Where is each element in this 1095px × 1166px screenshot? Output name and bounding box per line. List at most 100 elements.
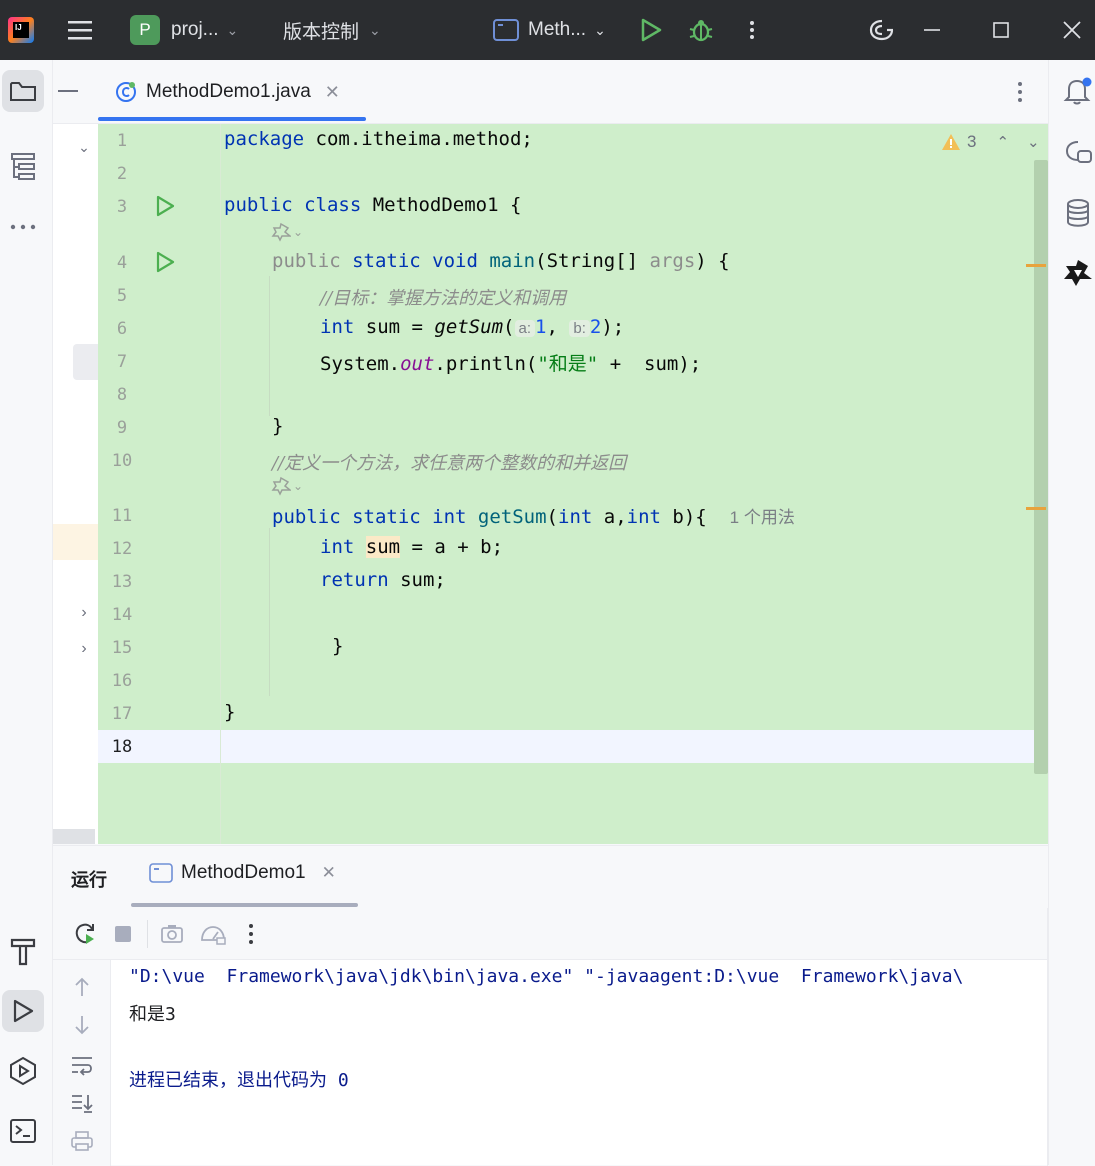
code-line-4: public static void main(String[] args) { [272, 250, 730, 272]
warning-count: 3 [967, 132, 977, 151]
app-logo[interactable]: IJ [8, 0, 34, 60]
vcs-label: 版本控制 [283, 21, 360, 43]
vcs-menu[interactable]: 版本控制 ⌄ [283, 0, 381, 60]
tab-methoddemo1-java[interactable]: MethodDemo1.java ✕ [115, 72, 340, 112]
minimize-icon[interactable] [922, 0, 942, 60]
editor-tab-bar: MethodDemo1.java ✕ [53, 60, 1048, 124]
notifications-bell-icon[interactable] [1061, 74, 1095, 108]
line-number: 10 [111, 451, 133, 471]
line-number: 16 [111, 671, 133, 691]
soft-wrap-icon[interactable] [69, 1052, 95, 1078]
indent-guide [269, 276, 270, 416]
close-window-icon[interactable] [1061, 0, 1083, 60]
arrow-down-icon[interactable] [69, 1012, 95, 1038]
line-number: 5 [116, 286, 128, 306]
project-name: proj... [171, 19, 219, 40]
code-line-12: int sum = a + b; [320, 536, 504, 558]
ai-code-vision[interactable]: ⌄ [271, 476, 303, 496]
code-line-17: } [224, 701, 236, 723]
run-main-icon[interactable] [153, 250, 177, 274]
line-number: 11 [111, 506, 133, 526]
services-icon[interactable] [4, 1052, 42, 1090]
left-gutter: ⌄ › › [53, 124, 98, 844]
debug-icon[interactable] [688, 0, 714, 60]
scroll-to-end-icon[interactable] [69, 1090, 95, 1116]
tab-methoddemo1-run[interactable]: MethodDemo1 ✕ [149, 862, 336, 884]
profiler-gauge-icon[interactable] [198, 920, 228, 948]
toolbar-divider [147, 920, 148, 948]
usages-hint[interactable]: 1 个用法 [730, 508, 795, 527]
gutter-highlight [53, 524, 98, 560]
tab-options-icon[interactable] [1009, 78, 1031, 106]
run-panel-title: 运行 [71, 870, 107, 890]
code-line-10-comment: //定义一个方法，求任意两个整数的和并返回 [272, 453, 627, 474]
more-tools-icon[interactable] [6, 212, 40, 242]
chevron-right-icon[interactable]: › [75, 640, 93, 658]
next-highlight-icon[interactable]: ⌄ [1027, 133, 1040, 151]
terminal-icon[interactable] [4, 1112, 42, 1150]
project-selector[interactable]: P proj... ⌄ [130, 0, 238, 60]
line-number: 4 [116, 253, 128, 273]
line-number: 8 [116, 385, 128, 405]
previous-highlight-icon[interactable]: ⌃ [996, 133, 1009, 151]
arrow-up-icon[interactable] [69, 974, 95, 1000]
close-tab-icon[interactable]: ✕ [322, 863, 336, 883]
java-class-icon [116, 82, 136, 102]
line-number: 14 [111, 605, 133, 625]
code-line-7: System.out.println("和是" + sum); [320, 353, 702, 375]
run-icon[interactable] [640, 0, 662, 60]
run-config-selector[interactable]: Meth... ⌄ [493, 0, 606, 60]
database-icon[interactable] [1061, 196, 1095, 230]
code-line-3: public class MethodDemo1 { [224, 194, 522, 216]
application-icon [493, 19, 519, 41]
camera-snapshot-icon[interactable] [158, 920, 186, 948]
chevron-down-icon: ⌄ [594, 21, 606, 38]
chevron-right-icon[interactable]: › [75, 604, 93, 622]
chevron-down-icon: ⌄ [293, 479, 304, 493]
line-number: 2 [116, 164, 128, 184]
close-tab-icon[interactable]: ✕ [325, 82, 340, 103]
right-tool-strip [1048, 60, 1095, 1165]
main-menu-icon[interactable] [66, 0, 94, 60]
stop-icon[interactable] [111, 922, 135, 946]
vertical-scrollbar[interactable] [1034, 160, 1048, 774]
line-number: 9 [116, 418, 128, 438]
run-tool-icon[interactable] [2, 990, 44, 1032]
more-actions-icon[interactable] [745, 0, 759, 60]
console-output-line: 和是3 [129, 1004, 176, 1025]
horizontal-scrollbar[interactable] [53, 829, 95, 844]
minimize-panel-icon[interactable] [55, 76, 81, 106]
code-line-15: } [332, 635, 344, 657]
code-line-11: public static int getSum(int a,int b){ 1… [272, 506, 795, 528]
run-class-icon[interactable] [153, 194, 177, 218]
inspection-widget[interactable]: 3 ⌃ ⌄ [941, 132, 1040, 152]
code-line-5-comment: //目标：掌握方法的定义和调用 [320, 288, 567, 309]
run-tab-label: MethodDemo1 [181, 862, 306, 883]
project-badge: P [130, 15, 160, 45]
project-folder-icon[interactable] [2, 70, 44, 112]
code-line-1: package com.itheima.method; [224, 128, 533, 150]
title-bar: IJ P proj... ⌄ 版本控制 ⌄ Meth... ⌄ [0, 0, 1095, 60]
ai-assistant-icon[interactable] [1061, 256, 1095, 290]
build-hammer-icon[interactable] [4, 932, 42, 970]
ai-assistant-icon [271, 476, 291, 496]
warning-stripe [1026, 507, 1046, 510]
line-number: 18 [111, 737, 133, 757]
rerun-icon[interactable] [71, 920, 99, 948]
left-tool-strip [0, 60, 53, 1165]
ai-chat-icon[interactable] [1061, 136, 1095, 170]
code-line-9: } [272, 415, 284, 437]
chevron-down-icon[interactable]: ⌄ [75, 138, 93, 156]
print-icon[interactable] [69, 1128, 95, 1154]
maximize-icon[interactable] [992, 0, 1012, 60]
line-number: 17 [111, 704, 133, 724]
code-editor[interactable]: ⌄ › › 1 2 3 4 5 6 7 8 9 10 11 12 13 14 1… [53, 124, 1048, 844]
line-number: 6 [116, 319, 128, 339]
line-number: 15 [111, 638, 133, 658]
ai-assistant-icon[interactable] [868, 0, 896, 60]
panel-border [1047, 908, 1048, 1166]
ai-code-vision[interactable]: ⌄ [271, 222, 303, 242]
code-line-13: return sum; [320, 569, 446, 591]
more-options-icon[interactable] [241, 920, 261, 948]
structure-icon[interactable] [6, 150, 40, 184]
